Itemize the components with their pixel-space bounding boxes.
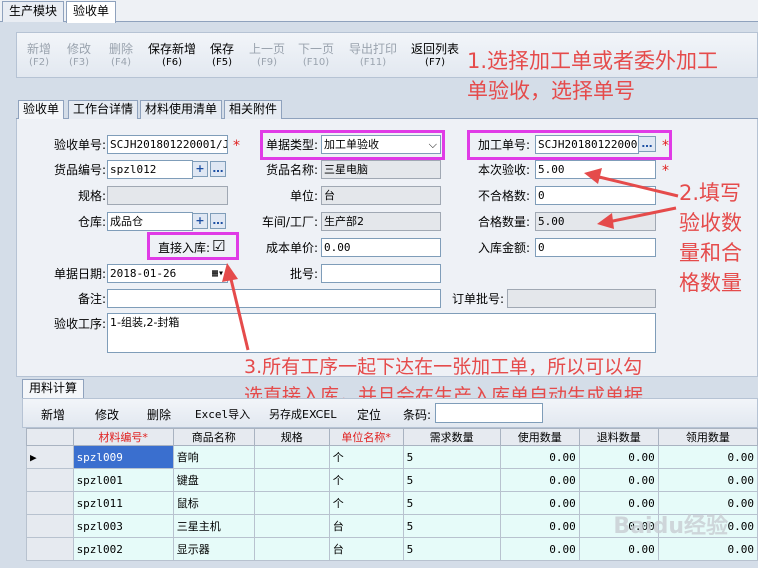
table-row[interactable]: spzl002 显示器 台 5 0.00 0.00 0.00: [26, 537, 758, 561]
cell-returned-qty[interactable]: 0.00: [578, 537, 659, 561]
grid-header-corner: [26, 428, 74, 446]
col-spec[interactable]: 规格: [253, 428, 330, 446]
cell-spec[interactable]: [253, 537, 330, 561]
cell-material-code[interactable]: spzl001: [72, 468, 174, 492]
arrowhead-icon: [222, 263, 238, 282]
cell-unit[interactable]: 个: [328, 468, 404, 492]
arrowhead-icon: [584, 168, 602, 184]
cell-need-qty[interactable]: 5: [402, 468, 501, 492]
locate-button[interactable]: 定位: [357, 406, 381, 423]
cell-material-code[interactable]: spzl011: [72, 491, 174, 515]
cell-spec[interactable]: [253, 514, 330, 538]
arrow-to-good-qty: [607, 206, 677, 224]
col-used-qty[interactable]: 使用数量: [499, 428, 580, 446]
cell-product-name[interactable]: 显示器: [172, 537, 255, 561]
col-returned-qty[interactable]: 退料数量: [578, 428, 659, 446]
barcode-input[interactable]: [435, 403, 543, 423]
barcode-label: 条码:: [403, 408, 432, 422]
cell-used-qty[interactable]: 0.00: [499, 491, 580, 515]
grid-edit-button[interactable]: 修改: [95, 406, 119, 423]
col-unit[interactable]: 单位名称*: [328, 428, 404, 446]
cell-product-name[interactable]: 音响: [172, 445, 255, 469]
grid-delete-button[interactable]: 删除: [147, 406, 171, 423]
cell-returned-qty[interactable]: 0.00: [578, 468, 659, 492]
cell-unit[interactable]: 台: [328, 514, 404, 538]
tab-material-calc[interactable]: 用料计算: [22, 379, 85, 398]
cell-need-qty[interactable]: 5: [402, 491, 501, 515]
cell-material-code[interactable]: spzl002: [72, 537, 174, 561]
row-pointer-icon: ▶: [26, 445, 74, 469]
cell-taken-qty[interactable]: 0.00: [657, 445, 758, 469]
row-header-cell: [26, 468, 74, 492]
grid-toolbar: 新增 修改 删除 Excel导入 另存成EXCEL 定位 条码:: [22, 398, 758, 428]
col-product-name[interactable]: 商品名称: [172, 428, 255, 446]
col-taken-qty[interactable]: 领用数量: [657, 428, 758, 446]
col-material-code[interactable]: 材料编号*: [72, 428, 174, 446]
cell-product-name[interactable]: 三星主机: [172, 514, 255, 538]
row-header-cell: [26, 491, 74, 515]
table-row[interactable]: ▶ spzl009 音响 个 5 0.00 0.00 0.00: [26, 445, 758, 469]
cell-unit[interactable]: 台: [328, 537, 404, 561]
cell-material-code[interactable]: spzl009: [72, 445, 174, 469]
grid-header-row: 材料编号* 商品名称 规格 单位名称* 需求数量 使用数量 退料数量 领用数量: [26, 428, 758, 446]
row-header-cell: [26, 514, 74, 538]
cell-used-qty[interactable]: 0.00: [499, 514, 580, 538]
cell-need-qty[interactable]: 5: [402, 514, 501, 538]
cell-spec[interactable]: [253, 468, 330, 492]
arrow-to-direct-in: [228, 274, 250, 351]
arrow-to-this-qty: [594, 174, 679, 198]
cell-used-qty[interactable]: 0.00: [499, 445, 580, 469]
cell-product-name[interactable]: 键盘: [172, 468, 255, 492]
save-as-excel-button[interactable]: 另存成EXCEL: [269, 406, 336, 422]
arrowhead-icon: [597, 213, 614, 229]
row-header-cell: [26, 537, 74, 561]
annotation-3-line1: 3.所有工序一起下达在一张加工单，所以可以勾: [244, 356, 643, 378]
cell-spec[interactable]: [253, 445, 330, 469]
cell-need-qty[interactable]: 5: [402, 537, 501, 561]
cell-used-qty[interactable]: 0.00: [499, 537, 580, 561]
cell-material-code[interactable]: spzl003: [72, 514, 174, 538]
cell-need-qty[interactable]: 5: [402, 445, 501, 469]
col-need-qty[interactable]: 需求数量: [402, 428, 501, 446]
cell-product-name[interactable]: 鼠标: [172, 491, 255, 515]
cell-taken-qty[interactable]: 0.00: [657, 537, 758, 561]
cell-unit[interactable]: 个: [328, 491, 404, 515]
cell-returned-qty[interactable]: 0.00: [578, 445, 659, 469]
cell-used-qty[interactable]: 0.00: [499, 468, 580, 492]
material-grid: 材料编号* 商品名称 规格 单位名称* 需求数量 使用数量 退料数量 领用数量 …: [26, 428, 758, 561]
cell-unit[interactable]: 个: [328, 445, 404, 469]
cell-taken-qty[interactable]: 0.00: [657, 468, 758, 492]
table-row[interactable]: spzl001 键盘 个 5 0.00 0.00 0.00: [26, 468, 758, 492]
grid-new-button[interactable]: 新增: [41, 406, 65, 423]
cell-spec[interactable]: [253, 491, 330, 515]
excel-import-button[interactable]: Excel导入: [195, 406, 250, 422]
watermark: Baidu经验: [613, 514, 728, 539]
